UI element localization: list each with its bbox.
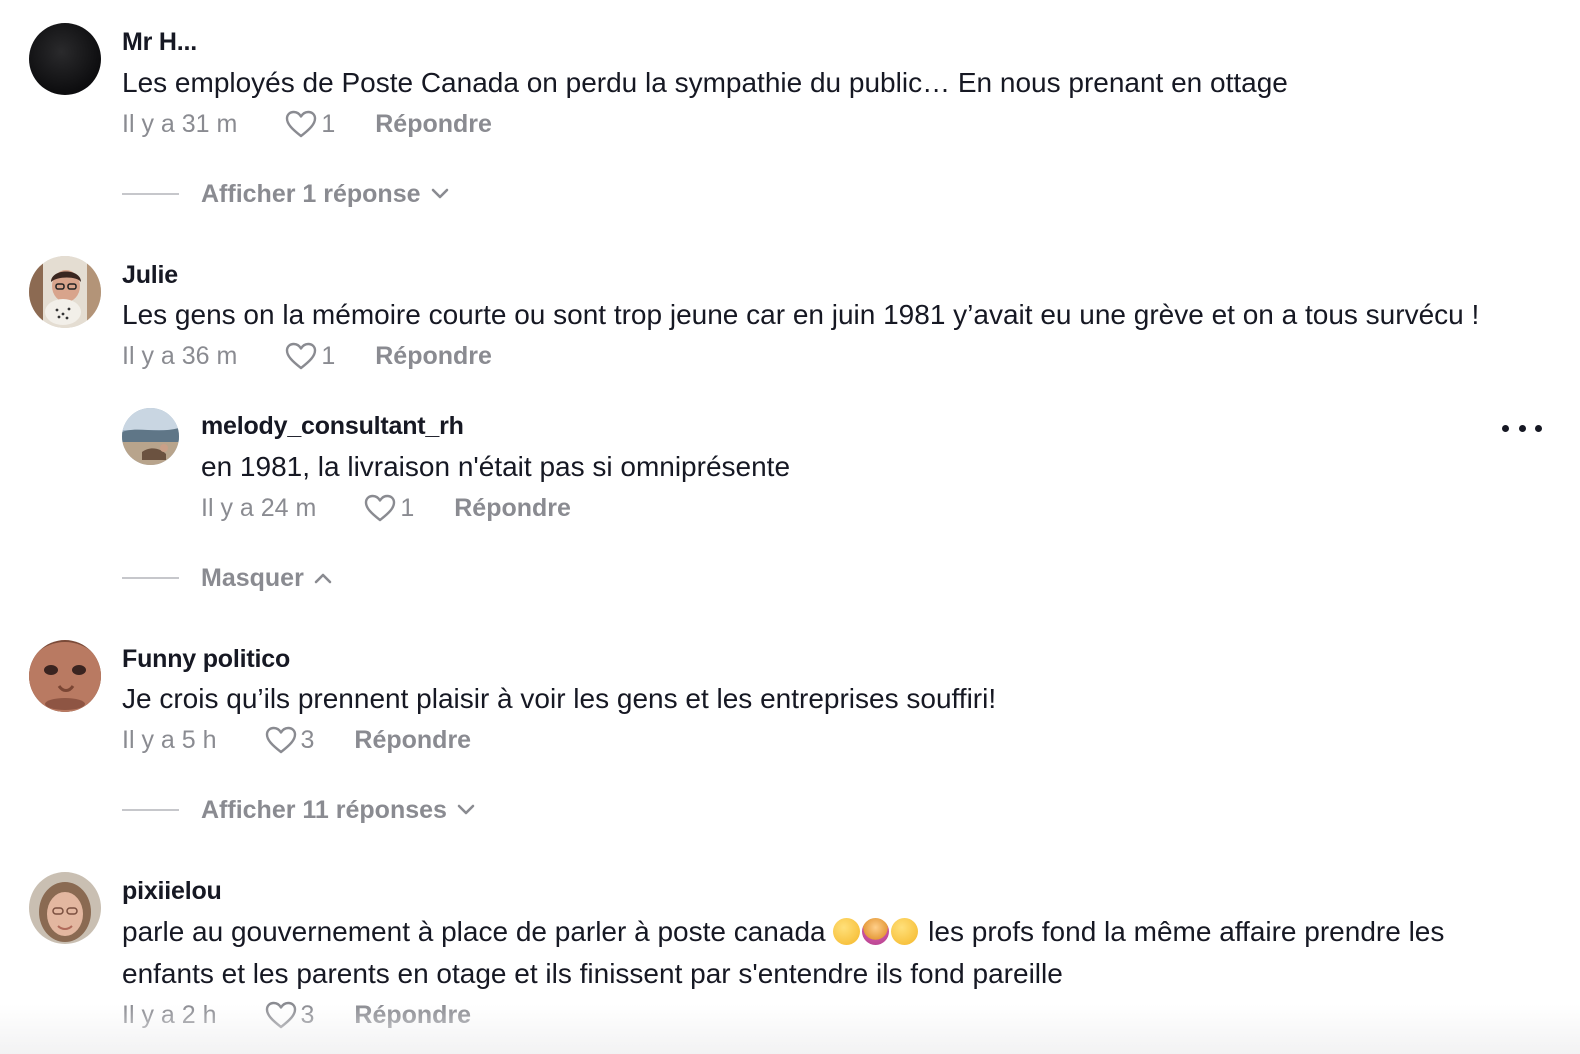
like-button[interactable]: 3 bbox=[265, 725, 315, 755]
like-count: 1 bbox=[321, 341, 336, 370]
like-button[interactable]: 1 bbox=[285, 110, 335, 139]
avatar[interactable] bbox=[29, 23, 101, 95]
chevron-down-icon bbox=[431, 188, 448, 199]
comment-time: Il y a 2 h bbox=[122, 1000, 217, 1029]
relieved-face-emoji bbox=[833, 918, 861, 945]
reply-meta: Il y a 24 m 1 Répondre bbox=[201, 491, 571, 525]
avatar-photo bbox=[122, 408, 179, 465]
reply-button[interactable]: Répondre bbox=[354, 1001, 471, 1030]
comment-text: Les gens on la mémoire courte ou sont tr… bbox=[122, 299, 1480, 330]
comment-text-line2: enfants et les parents en otage et ils f… bbox=[122, 958, 1063, 989]
divider-line bbox=[122, 809, 179, 811]
reply-button[interactable]: Répondre bbox=[375, 110, 492, 139]
view-replies-button[interactable]: Afficher 1 réponse bbox=[122, 178, 449, 210]
comment-text-part: parle au gouvernement à place de parler … bbox=[122, 916, 826, 947]
heart-icon bbox=[365, 494, 396, 522]
comment-username[interactable]: pixiielou bbox=[122, 877, 222, 906]
more-options-icon[interactable] bbox=[1502, 418, 1542, 438]
comment-meta: Il y a 36 m 1 Répondre bbox=[122, 339, 492, 373]
hide-replies-label: Masquer bbox=[201, 563, 304, 592]
grinning-sweat-emoji bbox=[891, 918, 919, 945]
avatar-photo bbox=[29, 256, 101, 328]
avatar[interactable] bbox=[29, 256, 101, 328]
reply-username[interactable]: melody_consultant_rh bbox=[201, 412, 464, 441]
comment-time: Il y a 36 m bbox=[122, 341, 238, 370]
comment-meta: Il y a 2 h 3 Répondre bbox=[122, 998, 471, 1032]
comment-time: Il y a 31 m bbox=[122, 109, 238, 138]
like-count: 1 bbox=[321, 109, 336, 138]
reply-text: en 1981, la livraison n'était pas si omn… bbox=[201, 451, 791, 482]
divider-line bbox=[122, 577, 179, 579]
like-button[interactable]: 1 bbox=[364, 494, 414, 523]
avatar[interactable] bbox=[29, 640, 101, 712]
reply-button[interactable]: Répondre bbox=[454, 494, 571, 523]
hide-replies-button[interactable]: Masquer bbox=[122, 562, 332, 594]
comment-text-line1: parle au gouvernement à place de parler … bbox=[122, 910, 1444, 953]
comment-meta: Il y a 5 h 3 Répondre bbox=[122, 723, 471, 757]
like-count: 3 bbox=[300, 725, 315, 754]
heart-icon bbox=[265, 726, 296, 754]
comment-username[interactable]: Funny politico bbox=[122, 645, 290, 674]
comment-meta: Il y a 31 m 1 Répondre bbox=[122, 107, 492, 141]
comment-time: Il y a 5 h bbox=[122, 725, 217, 754]
view-replies-button[interactable]: Afficher 11 réponses bbox=[122, 794, 475, 826]
reply-button[interactable]: Répondre bbox=[375, 342, 492, 371]
like-count: 3 bbox=[300, 1000, 315, 1029]
heart-icon bbox=[286, 110, 317, 138]
avatar[interactable] bbox=[29, 872, 101, 944]
avatar-photo bbox=[29, 640, 101, 712]
avatar-photo bbox=[29, 872, 101, 944]
view-replies-label: Afficher 1 réponse bbox=[201, 179, 421, 208]
chevron-down-icon bbox=[457, 804, 475, 815]
like-count: 1 bbox=[400, 493, 415, 522]
like-button[interactable]: 3 bbox=[265, 1000, 315, 1030]
heart-icon bbox=[265, 1001, 296, 1029]
avatar[interactable] bbox=[122, 408, 179, 465]
divider-line bbox=[122, 193, 179, 195]
view-replies-label: Afficher 11 réponses bbox=[201, 795, 447, 824]
reply-button[interactable]: Répondre bbox=[354, 726, 471, 755]
chevron-up-icon bbox=[314, 573, 332, 584]
comment-text: Je crois qu’ils prennent plaisir à voir … bbox=[122, 683, 997, 714]
comment-text: Les employés de Poste Canada on perdu la… bbox=[122, 67, 1288, 98]
heart-icon bbox=[286, 342, 317, 370]
comment-text-part: les profs fond la même affaire prendre l… bbox=[928, 916, 1445, 947]
facepalm-woman-emoji bbox=[862, 918, 890, 945]
comment-username[interactable]: Mr H... bbox=[122, 28, 197, 57]
like-button[interactable]: 1 bbox=[285, 342, 335, 371]
comment-username[interactable]: Julie bbox=[122, 261, 178, 290]
reply-time: Il y a 24 m bbox=[201, 493, 317, 522]
